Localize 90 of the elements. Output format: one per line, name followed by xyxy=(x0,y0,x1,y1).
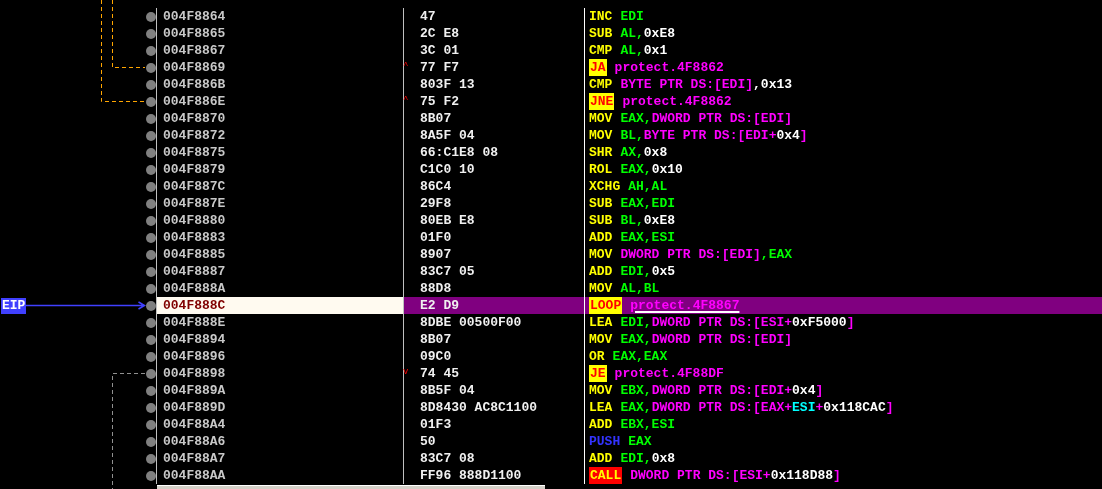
bytes-cell: 09C0 xyxy=(420,348,452,365)
address-cell-text: 004F887C xyxy=(162,178,227,195)
address-cell-text: 004F8879 xyxy=(162,161,227,178)
bytes-cell: 8B5F 04 xyxy=(420,382,475,399)
instruction-cell: MOV AL,BL xyxy=(589,280,660,297)
instruction-cell: LEA EDI,DWORD PTR DS:[ESI+0xF5000] xyxy=(589,314,855,331)
instruction-cell: LEA EAX,DWORD PTR DS:[EAX+ESI+0x118CAC] xyxy=(589,399,894,416)
bytes-cell: 01F3 xyxy=(420,416,452,433)
horizontal-scrollbar[interactable] xyxy=(157,485,545,489)
address-cell-text: 004F8887 xyxy=(162,263,227,280)
bytes-cell: 50 xyxy=(420,433,436,450)
bytes-cell: 8907 xyxy=(420,246,452,263)
address-cell-text: 004F889A xyxy=(162,382,227,399)
instruction-cell: PUSH EAX xyxy=(589,433,652,450)
bytes-cell: 2C E8 xyxy=(420,25,459,42)
address-cell-text: 004F8898 xyxy=(162,365,227,382)
bytes-cell: 803F 13 xyxy=(420,76,475,93)
jump-mark: ^ xyxy=(403,60,409,72)
bytes-cell: 8D8430 AC8C1100 xyxy=(420,399,538,416)
address-cell-text: 004F8867 xyxy=(162,42,227,59)
instruction-cell: MOV EBX,DWORD PTR DS:[EDI+0x4] xyxy=(589,382,824,399)
instruction-cell: ADD EBX,ESI xyxy=(589,416,675,433)
address-cell-text: 004F886B xyxy=(162,76,227,93)
address-cell-text: 004F88A4 xyxy=(162,416,227,433)
bytes-cell: 75 F2 xyxy=(420,93,459,110)
eip-label: EIP xyxy=(1,297,27,314)
address-cell-text: 004F887E xyxy=(162,195,227,212)
bytes-cell: 47 xyxy=(420,8,436,25)
address-cell-text: 004F88A7 xyxy=(162,450,227,467)
address-cell-text: 004F888E xyxy=(162,314,227,331)
bytes-cell: C1C0 10 xyxy=(420,161,475,178)
address-cell-text: 004F8872 xyxy=(162,127,227,144)
address-cell-text: 004F8880 xyxy=(162,212,227,229)
address-cell-text: 004F8875 xyxy=(162,144,227,161)
bytes-cell: 66:C1E8 08 xyxy=(420,144,498,161)
address-cell-text: 004F888A xyxy=(162,280,227,297)
instruction-cell: MOV EAX,DWORD PTR DS:[EDI] xyxy=(589,110,793,127)
bytes-cell: 86C4 xyxy=(420,178,452,195)
instruction-cell: MOV BL,BYTE PTR DS:[EDI+0x4] xyxy=(589,127,808,144)
address-cell-text: 004F8896 xyxy=(162,348,227,365)
instruction-cell: CALL DWORD PTR DS:[ESI+0x118D88] xyxy=(589,467,841,484)
arrow-icon xyxy=(26,301,146,310)
instruction-cell: SHR AX,0x8 xyxy=(589,144,668,161)
jump-mark: v xyxy=(403,366,409,378)
instruction-cell: XCHG AH,AL xyxy=(589,178,668,195)
address-cell-text: 004F8869 xyxy=(162,59,227,76)
instruction-cell: OR EAX,EAX xyxy=(589,348,668,365)
instruction-cell: SUB EAX,EDI xyxy=(589,195,675,212)
instruction-cell: JA protect.4F8862 xyxy=(589,59,724,76)
instruction-cell: LOOP protect.4F8867 xyxy=(589,297,740,314)
instruction-cell: ADD EDI,0x5 xyxy=(589,263,676,280)
address-cell-text: 004F8894 xyxy=(162,331,227,348)
address-cell-text: 004F889D xyxy=(162,399,227,416)
bytes-cell: E2 D9 xyxy=(420,297,459,314)
bytes-cell: 77 F7 xyxy=(420,59,459,76)
instruction-cell: ADD EAX,ESI xyxy=(589,229,675,246)
address-cell-text: 004F886E xyxy=(162,93,227,110)
bytes-cell: 8A5F 04 xyxy=(420,127,475,144)
bytes-cell: 8DBE 00500F00 xyxy=(420,314,522,331)
bytes-cell: 8B07 xyxy=(420,110,452,127)
address-cell-text: 004F8865 xyxy=(162,25,227,42)
instruction-cell: SUB BL,0xE8 xyxy=(589,212,676,229)
address-cell-text: 004F8885 xyxy=(162,246,227,263)
bytes-cell: 88D8 xyxy=(420,280,452,297)
address-cell: 004F888C xyxy=(157,297,403,314)
address-cell-text: 004F8883 xyxy=(162,229,227,246)
instruction-cell: JNE protect.4F8862 xyxy=(589,93,732,110)
address-cell-text: 004F88AA xyxy=(162,467,227,484)
instruction-cell: CMP AL,0x1 xyxy=(589,42,668,59)
bytes-cell: 29F8 xyxy=(420,195,452,212)
bytes-cell: 80EB E8 xyxy=(420,212,475,229)
bytes-cell: 3C 01 xyxy=(420,42,459,59)
instruction-cell: JE protect.4F88DF xyxy=(589,365,724,382)
instruction-cell: ROL EAX,0x10 xyxy=(589,161,683,178)
bytes-cell: 83C7 08 xyxy=(420,450,475,467)
bytes-cell: 83C7 05 xyxy=(420,263,475,280)
bytes-cell: 74 45 xyxy=(420,365,459,382)
instruction-cell: MOV EAX,DWORD PTR DS:[EDI] xyxy=(589,331,793,348)
bytes-cell: 8B07 xyxy=(420,331,452,348)
address-cell-text: 004F8864 xyxy=(162,8,227,25)
instruction-cell: SUB AL,0xE8 xyxy=(589,25,676,42)
instruction-cell: CMP BYTE PTR DS:[EDI],0x13 xyxy=(589,76,793,93)
address-cell-text: 004F8870 xyxy=(162,110,227,127)
bytes-cell: 01F0 xyxy=(420,229,452,246)
bytes-cell: FF96 888D1100 xyxy=(420,467,522,484)
jump-mark: ^ xyxy=(403,94,409,106)
address-cell-text: 004F88A6 xyxy=(162,433,227,450)
instruction-cell: ADD EDI,0x8 xyxy=(589,450,676,467)
instruction-cell: INC EDI xyxy=(589,8,644,25)
instruction-cell: MOV DWORD PTR DS:[EDI],EAX xyxy=(589,246,793,263)
